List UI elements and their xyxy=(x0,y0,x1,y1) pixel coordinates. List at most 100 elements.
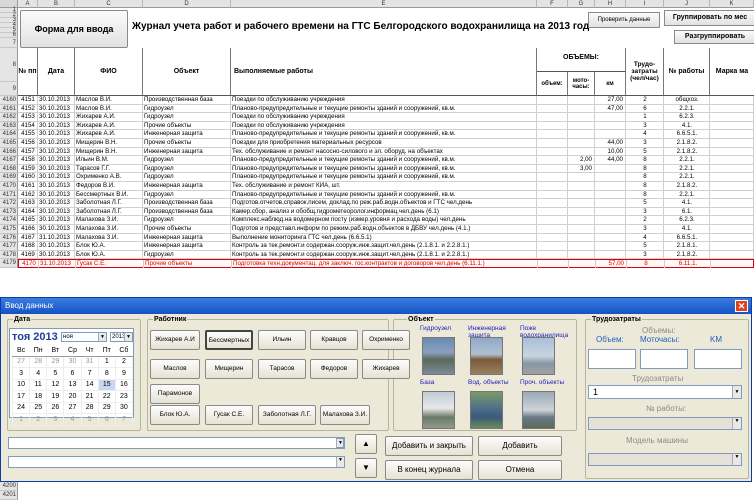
table-cell[interactable] xyxy=(710,104,754,113)
table-cell[interactable]: Производственная база xyxy=(143,207,231,216)
row-header[interactable]: 4200 xyxy=(0,482,18,491)
row-header[interactable]: 4167 xyxy=(0,156,18,165)
table-cell[interactable]: 31.10.2013 xyxy=(38,233,75,242)
table-cell[interactable] xyxy=(710,242,754,251)
worker-button[interactable]: Малахова З.И. xyxy=(320,405,370,425)
table-cell[interactable]: 6.2.3. xyxy=(664,216,710,225)
calendar-day[interactable]: 3 xyxy=(46,413,65,426)
table-cell[interactable] xyxy=(568,121,595,130)
table-cell[interactable] xyxy=(595,199,626,208)
table-cell[interactable] xyxy=(710,207,754,216)
table-row[interactable]: 4167 31.10.2013 Малахова З.И. Инженерная за… xyxy=(18,233,754,243)
table-cell[interactable]: 4161 xyxy=(18,182,38,190)
table-cell[interactable]: 4152 xyxy=(18,104,38,113)
table-cell[interactable]: 10,00 xyxy=(595,147,626,156)
table-cell[interactable]: 4156 xyxy=(18,139,38,147)
table-cell[interactable]: 6.11.1. xyxy=(665,260,711,269)
table-cell[interactable]: 30.10.2013 xyxy=(38,121,75,130)
table-cell[interactable] xyxy=(568,173,595,182)
table-cell[interactable]: Жихарев А.И. xyxy=(75,113,143,122)
table-cell[interactable] xyxy=(537,130,568,139)
table-row[interactable]: 4151 30.10.2013 Маслов В.И. Производственна… xyxy=(18,96,754,105)
table-cell[interactable]: 4.1. xyxy=(664,199,710,208)
table-cell[interactable]: 2.2.1. xyxy=(664,190,710,199)
table-row[interactable]: 4159 30.10.2013 Тарасов Г.Г. Гидроузел Плано… xyxy=(18,164,754,174)
move-up-button[interactable]: ▲ xyxy=(355,434,377,454)
table-cell[interactable] xyxy=(710,225,754,233)
table-cell[interactable]: 47,00 xyxy=(595,104,626,113)
table-cell[interactable] xyxy=(710,96,754,104)
table-cell[interactable]: Мищерин В.Н. xyxy=(75,139,143,147)
table-cell[interactable] xyxy=(711,260,754,268)
table-cell[interactable]: Планово-предупредительные и текущие ремо… xyxy=(231,104,537,113)
calendar-day[interactable]: 14 xyxy=(80,378,99,391)
worker-button[interactable]: Заболотная Л.Г. xyxy=(258,405,316,425)
worker-button[interactable]: Охрименко xyxy=(362,330,410,350)
table-cell[interactable] xyxy=(710,139,754,147)
table-cell[interactable]: 44,00 xyxy=(595,139,626,147)
row-header[interactable]: 4161 xyxy=(0,104,18,114)
motor-hours-input[interactable] xyxy=(640,349,688,369)
table-cell[interactable] xyxy=(537,199,568,208)
object-image-button[interactable] xyxy=(522,337,555,375)
table-cell[interactable] xyxy=(568,96,595,104)
table-cell[interactable]: Малахова З.И. xyxy=(75,216,143,225)
table-cell[interactable]: 4163 xyxy=(18,199,38,208)
table-cell[interactable] xyxy=(595,130,626,139)
table-cell[interactable]: 30.10.2013 xyxy=(38,96,75,104)
group-by-month-button[interactable]: Группировать по мес xyxy=(664,10,754,26)
table-cell[interactable] xyxy=(537,190,568,199)
to-end-of-journal-button[interactable]: В конец журнала xyxy=(385,460,473,480)
table-cell[interactable] xyxy=(710,190,754,199)
table-cell[interactable] xyxy=(537,225,568,233)
row-header[interactable]: 4177 xyxy=(0,242,18,251)
table-row[interactable]: 4168 30.10.2013 Блок Ю.А. Инженерная защита… xyxy=(18,242,754,251)
table-cell[interactable]: Жихарев А.И. xyxy=(75,130,143,139)
table-cell[interactable]: 4169 xyxy=(18,250,38,259)
table-cell[interactable]: Заболотная Л.Г. xyxy=(75,207,143,216)
column-header[interactable]: E xyxy=(231,0,537,8)
table-cell[interactable]: Блок Ю.А. xyxy=(75,242,143,251)
calendar-day[interactable]: 28 xyxy=(29,355,48,368)
table-cell[interactable]: Прочие объекты xyxy=(144,260,232,269)
table-cell[interactable]: Комплекс.наблюд.на водомерном посту (изм… xyxy=(231,216,537,225)
table-cell[interactable] xyxy=(568,104,595,113)
table-cell[interactable]: Гидроузел xyxy=(143,216,231,225)
table-cell[interactable]: Охрименко А.В. xyxy=(75,173,143,182)
table-cell[interactable]: Производственная база xyxy=(143,96,231,104)
table-cell[interactable] xyxy=(537,250,568,259)
table-row[interactable]: 4161 30.10.2013 Федоров В.И. Инженерная защ… xyxy=(18,182,754,191)
worker-button[interactable]: Мищерин xyxy=(205,359,253,379)
table-cell[interactable]: Гусак С.Е. xyxy=(76,260,144,269)
row-header[interactable]: 4175 xyxy=(0,225,18,234)
row-header[interactable]: 4164 xyxy=(0,130,18,139)
close-icon[interactable]: ✕ xyxy=(735,300,748,312)
table-cell[interactable]: 3 xyxy=(626,225,664,233)
table-cell[interactable]: 5 xyxy=(626,199,664,208)
table-cell[interactable]: Маслов В.И. xyxy=(75,104,143,113)
row-header[interactable]: 4170 xyxy=(0,182,18,191)
check-data-button[interactable]: Проверить данные xyxy=(588,12,660,28)
table-cell[interactable] xyxy=(595,207,626,216)
table-cell[interactable] xyxy=(568,233,595,242)
table-cell[interactable]: Контроль за тек.ремонт.и содержан.сооруж… xyxy=(231,250,537,259)
table-cell[interactable]: Маслов В.И. xyxy=(75,96,143,104)
table-cell[interactable] xyxy=(537,207,568,216)
table-cell[interactable]: 4168 xyxy=(18,242,38,251)
calendar-day[interactable]: 12 xyxy=(46,378,65,391)
table-cell[interactable]: 6.1. xyxy=(664,207,710,216)
calendar-day[interactable]: 16 xyxy=(114,378,134,391)
table-row[interactable]: 4154 30.10.2013 Жихарев А.И. Прочие объекты… xyxy=(18,121,754,131)
table-cell[interactable]: 30.10.2013 xyxy=(38,164,75,173)
row-header[interactable]: 4166 xyxy=(0,147,18,157)
table-cell[interactable]: 2.1.8.2. xyxy=(664,147,710,156)
table-cell[interactable] xyxy=(568,130,595,139)
table-cell[interactable]: Инженерная защита xyxy=(143,147,231,156)
table-cell[interactable] xyxy=(568,182,595,190)
table-cell[interactable]: Гидроузел xyxy=(143,104,231,113)
table-cell[interactable] xyxy=(710,147,754,156)
table-cell[interactable]: Прочие объекты xyxy=(143,121,231,130)
table-cell[interactable] xyxy=(568,190,595,199)
table-cell[interactable]: 4155 xyxy=(18,130,38,139)
table-cell[interactable] xyxy=(568,139,595,147)
